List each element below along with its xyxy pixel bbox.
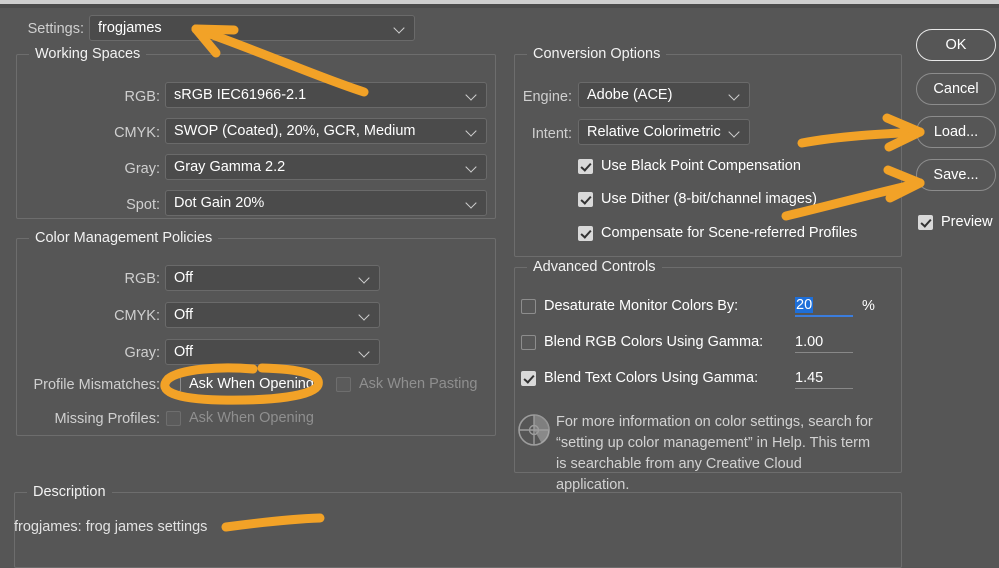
missing-profiles-ask-when-opening-checkbox: Ask When Opening (166, 410, 314, 426)
engine-dropdown[interactable]: Adobe (ACE) (578, 82, 750, 108)
intent-dropdown[interactable]: Relative Colorimetric (578, 119, 750, 145)
chevron-down-icon (729, 126, 741, 138)
engine-label: Engine: (522, 89, 572, 105)
desaturate-monitor-colors-checkbox[interactable]: Desaturate Monitor Colors By: (521, 298, 738, 314)
settings-dropdown[interactable]: frogjames (89, 15, 415, 41)
load-button[interactable]: Load... (916, 116, 996, 148)
working-spaces-gray-label: Gray: (124, 161, 160, 177)
profile-mismatches-label: Profile Mismatches: (33, 377, 160, 393)
working-spaces-spot-label: Spot: (126, 197, 160, 213)
checkbox-box (578, 225, 593, 241)
blend-rgb-gamma-value: 1.00 (795, 333, 824, 350)
advanced-controls-title: Advanced Controls (527, 259, 662, 275)
help-text-line-3: is searchable from any Creative Cloud ap… (556, 456, 802, 493)
intent-value: Relative Colorimetric (587, 124, 721, 140)
desaturate-monitor-colors-value: 20 (795, 297, 814, 313)
checkbox-label: Blend Text Colors Using Gamma: (544, 370, 759, 386)
checkbox-label: Use Black Point Compensation (601, 158, 801, 174)
blend-text-colors-checkbox[interactable]: Blend Text Colors Using Gamma: (521, 370, 758, 386)
policies-gray-value: Off (174, 344, 194, 360)
profile-mismatches-ask-when-opening-checkbox[interactable]: Ask When Opening (166, 376, 314, 392)
policies-cmyk-dropdown[interactable]: Off (165, 302, 380, 328)
chevron-down-icon (359, 346, 371, 358)
compensate-scene-referred-checkbox[interactable]: Compensate for Scene-referred Profiles (578, 225, 857, 241)
chevron-down-icon (466, 197, 478, 209)
missing-profiles-label: Missing Profiles: (54, 411, 160, 427)
profile-mismatches-ask-when-pasting-checkbox: Ask When Pasting (336, 376, 477, 392)
working-spaces-spot-dropdown[interactable]: Dot Gain 20% (165, 190, 487, 216)
policies-rgb-label: RGB: (124, 271, 160, 287)
chevron-down-icon (359, 309, 371, 321)
checkbox-label: Ask When Opening (189, 376, 314, 392)
checkbox-label: Use Dither (8-bit/channel images) (601, 191, 817, 207)
policies-cmyk-value: Off (174, 307, 194, 323)
chevron-down-icon (466, 125, 478, 137)
settings-dropdown-value: frogjames (98, 20, 162, 36)
blend-text-gamma-input[interactable]: 1.45 (795, 368, 853, 389)
color-management-policies-title: Color Management Policies (29, 230, 219, 246)
intent-label: Intent: (531, 126, 572, 142)
checkbox-label: Blend RGB Colors Using Gamma: (544, 334, 764, 350)
working-spaces-cmyk-dropdown[interactable]: SWOP (Coated), 20%, GCR, Medium (165, 118, 487, 144)
ok-button[interactable]: OK (916, 29, 996, 61)
working-spaces-spot-value: Dot Gain 20% (174, 195, 265, 211)
checkbox-box (578, 191, 593, 207)
use-dither-checkbox[interactable]: Use Dither (8-bit/channel images) (578, 191, 817, 207)
color-wheel-icon (516, 412, 552, 448)
checkbox-box (521, 370, 536, 386)
color-settings-dialog: Settings: frogjames Working Spaces RGB: … (0, 0, 999, 568)
working-spaces-gray-value: Gray Gamma 2.2 (174, 159, 286, 175)
blend-text-gamma-value: 1.45 (795, 369, 824, 386)
policies-rgb-dropdown[interactable]: Off (165, 265, 380, 291)
working-spaces-gray-dropdown[interactable]: Gray Gamma 2.2 (165, 154, 487, 180)
chevron-down-icon (466, 161, 478, 173)
checkbox-box (521, 334, 536, 350)
chevron-down-icon (466, 89, 478, 101)
blend-rgb-colors-checkbox[interactable]: Blend RGB Colors Using Gamma: (521, 334, 763, 350)
conversion-options-title: Conversion Options (527, 46, 667, 62)
checkbox-box (166, 376, 181, 392)
working-spaces-cmyk-value: SWOP (Coated), 20%, GCR, Medium (174, 123, 416, 139)
settings-label: Settings: (27, 21, 84, 37)
checkbox-box (336, 376, 351, 392)
policies-cmyk-label: CMYK: (114, 308, 160, 324)
preview-checkbox[interactable]: Preview (918, 214, 993, 230)
checkbox-box (521, 298, 536, 314)
working-spaces-rgb-value: sRGB IEC61966-2.1 (174, 87, 307, 103)
window-chrome-shadow (0, 4, 999, 8)
desaturate-percent-symbol: % (862, 298, 875, 314)
working-spaces-cmyk-label: CMYK: (114, 125, 160, 141)
engine-value: Adobe (ACE) (587, 87, 673, 103)
policies-gray-dropdown[interactable]: Off (165, 339, 380, 365)
chevron-down-icon (394, 22, 406, 34)
working-spaces-rgb-dropdown[interactable]: sRGB IEC61966-2.1 (165, 82, 487, 108)
checkbox-label: Preview (941, 214, 993, 230)
checkbox-label: Ask When Pasting (359, 376, 478, 392)
checkbox-box (578, 158, 593, 174)
checkbox-label: Desaturate Monitor Colors By: (544, 298, 739, 314)
checkbox-label: Compensate for Scene-referred Profiles (601, 225, 858, 241)
policies-rgb-value: Off (174, 270, 194, 286)
description-text: frogjames: frog james settings (14, 519, 208, 535)
description-title: Description (27, 484, 112, 500)
cancel-button[interactable]: Cancel (916, 73, 996, 105)
save-button[interactable]: Save... (916, 159, 996, 191)
working-spaces-title: Working Spaces (29, 46, 147, 62)
checkbox-box (918, 214, 933, 230)
policies-gray-label: Gray: (124, 345, 160, 361)
chevron-down-icon (359, 272, 371, 284)
blend-rgb-gamma-input[interactable]: 1.00 (795, 332, 853, 353)
working-spaces-rgb-label: RGB: (124, 89, 160, 105)
help-text-line-2: “setting up color management” in Help. T… (556, 435, 871, 451)
help-text-line-1: For more information on color settings, … (556, 414, 873, 430)
help-text: For more information on color settings, … (556, 412, 876, 496)
chevron-down-icon (729, 89, 741, 101)
checkbox-box (166, 410, 181, 426)
checkbox-label: Ask When Opening (189, 410, 314, 426)
use-black-point-compensation-checkbox[interactable]: Use Black Point Compensation (578, 158, 801, 174)
desaturate-monitor-colors-input[interactable]: 20 (795, 296, 853, 317)
